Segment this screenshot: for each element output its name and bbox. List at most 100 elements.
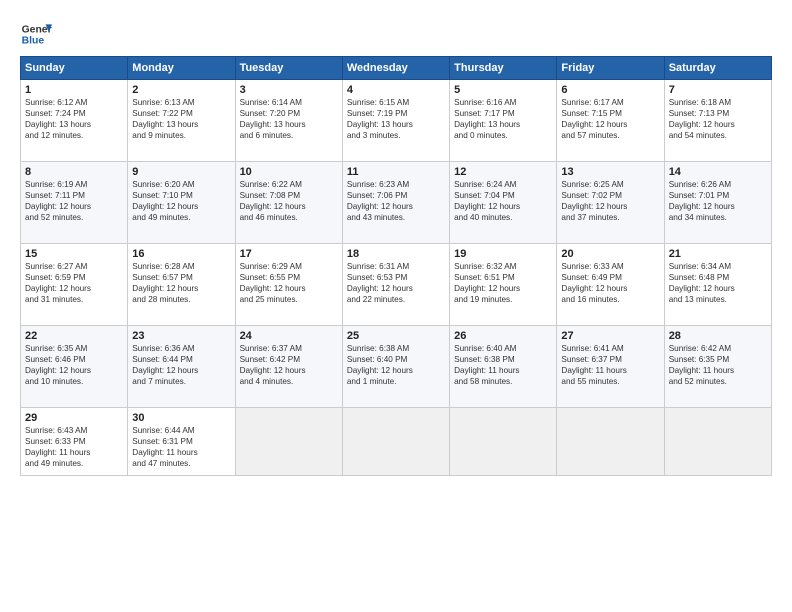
calendar-cell: 24Sunrise: 6:37 AM Sunset: 6:42 PM Dayli… [235,326,342,408]
svg-text:Blue: Blue [22,36,45,47]
day-info: Sunrise: 6:27 AM Sunset: 6:59 PM Dayligh… [25,261,123,305]
calendar-cell: 3Sunrise: 6:14 AM Sunset: 7:20 PM Daylig… [235,80,342,162]
day-number: 17 [240,248,338,260]
calendar-cell: 26Sunrise: 6:40 AM Sunset: 6:38 PM Dayli… [450,326,557,408]
day-info: Sunrise: 6:13 AM Sunset: 7:22 PM Dayligh… [132,97,230,141]
day-info: Sunrise: 6:38 AM Sunset: 6:40 PM Dayligh… [347,343,445,387]
day-info: Sunrise: 6:29 AM Sunset: 6:55 PM Dayligh… [240,261,338,305]
day-info: Sunrise: 6:37 AM Sunset: 6:42 PM Dayligh… [240,343,338,387]
calendar-cell: 4Sunrise: 6:15 AM Sunset: 7:19 PM Daylig… [342,80,449,162]
day-number: 8 [25,166,123,178]
weekday-header: Wednesday [342,57,449,80]
logo: General Blue [20,18,52,50]
day-info: Sunrise: 6:22 AM Sunset: 7:08 PM Dayligh… [240,179,338,223]
weekday-header: Saturday [664,57,771,80]
calendar-cell: 16Sunrise: 6:28 AM Sunset: 6:57 PM Dayli… [128,244,235,326]
day-number: 11 [347,166,445,178]
calendar-cell [342,408,449,476]
day-info: Sunrise: 6:44 AM Sunset: 6:31 PM Dayligh… [132,425,230,469]
logo-icon: General Blue [20,18,52,50]
calendar-cell: 25Sunrise: 6:38 AM Sunset: 6:40 PM Dayli… [342,326,449,408]
day-number: 16 [132,248,230,260]
day-info: Sunrise: 6:15 AM Sunset: 7:19 PM Dayligh… [347,97,445,141]
calendar-cell [450,408,557,476]
day-number: 1 [25,84,123,96]
day-number: 19 [454,248,552,260]
weekday-header: Tuesday [235,57,342,80]
day-info: Sunrise: 6:19 AM Sunset: 7:11 PM Dayligh… [25,179,123,223]
calendar-cell: 9Sunrise: 6:20 AM Sunset: 7:10 PM Daylig… [128,162,235,244]
day-info: Sunrise: 6:36 AM Sunset: 6:44 PM Dayligh… [132,343,230,387]
calendar-cell: 5Sunrise: 6:16 AM Sunset: 7:17 PM Daylig… [450,80,557,162]
day-info: Sunrise: 6:16 AM Sunset: 7:17 PM Dayligh… [454,97,552,141]
calendar-cell: 18Sunrise: 6:31 AM Sunset: 6:53 PM Dayli… [342,244,449,326]
day-number: 2 [132,84,230,96]
day-info: Sunrise: 6:24 AM Sunset: 7:04 PM Dayligh… [454,179,552,223]
day-info: Sunrise: 6:25 AM Sunset: 7:02 PM Dayligh… [561,179,659,223]
day-info: Sunrise: 6:42 AM Sunset: 6:35 PM Dayligh… [669,343,767,387]
calendar-cell: 20Sunrise: 6:33 AM Sunset: 6:49 PM Dayli… [557,244,664,326]
day-number: 6 [561,84,659,96]
day-info: Sunrise: 6:14 AM Sunset: 7:20 PM Dayligh… [240,97,338,141]
day-info: Sunrise: 6:17 AM Sunset: 7:15 PM Dayligh… [561,97,659,141]
calendar-table: SundayMondayTuesdayWednesdayThursdayFrid… [20,56,772,476]
calendar-cell: 28Sunrise: 6:42 AM Sunset: 6:35 PM Dayli… [664,326,771,408]
day-info: Sunrise: 6:33 AM Sunset: 6:49 PM Dayligh… [561,261,659,305]
calendar-cell: 10Sunrise: 6:22 AM Sunset: 7:08 PM Dayli… [235,162,342,244]
day-number: 18 [347,248,445,260]
day-number: 25 [347,330,445,342]
day-number: 26 [454,330,552,342]
weekday-header: Thursday [450,57,557,80]
day-info: Sunrise: 6:40 AM Sunset: 6:38 PM Dayligh… [454,343,552,387]
day-number: 13 [561,166,659,178]
calendar-cell: 19Sunrise: 6:32 AM Sunset: 6:51 PM Dayli… [450,244,557,326]
calendar-cell [557,408,664,476]
calendar-cell: 17Sunrise: 6:29 AM Sunset: 6:55 PM Dayli… [235,244,342,326]
calendar-cell [664,408,771,476]
day-info: Sunrise: 6:31 AM Sunset: 6:53 PM Dayligh… [347,261,445,305]
calendar-cell: 14Sunrise: 6:26 AM Sunset: 7:01 PM Dayli… [664,162,771,244]
day-info: Sunrise: 6:20 AM Sunset: 7:10 PM Dayligh… [132,179,230,223]
calendar-cell: 21Sunrise: 6:34 AM Sunset: 6:48 PM Dayli… [664,244,771,326]
day-number: 20 [561,248,659,260]
day-info: Sunrise: 6:26 AM Sunset: 7:01 PM Dayligh… [669,179,767,223]
day-number: 24 [240,330,338,342]
calendar-cell: 23Sunrise: 6:36 AM Sunset: 6:44 PM Dayli… [128,326,235,408]
calendar-cell: 29Sunrise: 6:43 AM Sunset: 6:33 PM Dayli… [21,408,128,476]
calendar-cell: 2Sunrise: 6:13 AM Sunset: 7:22 PM Daylig… [128,80,235,162]
day-info: Sunrise: 6:41 AM Sunset: 6:37 PM Dayligh… [561,343,659,387]
calendar-cell: 22Sunrise: 6:35 AM Sunset: 6:46 PM Dayli… [21,326,128,408]
day-info: Sunrise: 6:18 AM Sunset: 7:13 PM Dayligh… [669,97,767,141]
day-number: 23 [132,330,230,342]
calendar-cell: 12Sunrise: 6:24 AM Sunset: 7:04 PM Dayli… [450,162,557,244]
weekday-header: Friday [557,57,664,80]
day-number: 14 [669,166,767,178]
day-number: 22 [25,330,123,342]
weekday-header: Monday [128,57,235,80]
day-info: Sunrise: 6:35 AM Sunset: 6:46 PM Dayligh… [25,343,123,387]
day-number: 21 [669,248,767,260]
calendar-cell: 6Sunrise: 6:17 AM Sunset: 7:15 PM Daylig… [557,80,664,162]
calendar-cell: 30Sunrise: 6:44 AM Sunset: 6:31 PM Dayli… [128,408,235,476]
day-number: 3 [240,84,338,96]
day-number: 12 [454,166,552,178]
calendar-cell [235,408,342,476]
weekday-header: Sunday [21,57,128,80]
day-number: 27 [561,330,659,342]
calendar-cell: 27Sunrise: 6:41 AM Sunset: 6:37 PM Dayli… [557,326,664,408]
day-number: 29 [25,412,123,424]
day-info: Sunrise: 6:28 AM Sunset: 6:57 PM Dayligh… [132,261,230,305]
calendar-cell: 11Sunrise: 6:23 AM Sunset: 7:06 PM Dayli… [342,162,449,244]
day-number: 28 [669,330,767,342]
day-info: Sunrise: 6:43 AM Sunset: 6:33 PM Dayligh… [25,425,123,469]
header: General Blue [20,18,772,50]
day-info: Sunrise: 6:34 AM Sunset: 6:48 PM Dayligh… [669,261,767,305]
day-number: 4 [347,84,445,96]
day-info: Sunrise: 6:23 AM Sunset: 7:06 PM Dayligh… [347,179,445,223]
calendar-cell: 1Sunrise: 6:12 AM Sunset: 7:24 PM Daylig… [21,80,128,162]
calendar-cell: 13Sunrise: 6:25 AM Sunset: 7:02 PM Dayli… [557,162,664,244]
day-number: 5 [454,84,552,96]
calendar-cell: 7Sunrise: 6:18 AM Sunset: 7:13 PM Daylig… [664,80,771,162]
calendar-cell: 15Sunrise: 6:27 AM Sunset: 6:59 PM Dayli… [21,244,128,326]
day-number: 9 [132,166,230,178]
